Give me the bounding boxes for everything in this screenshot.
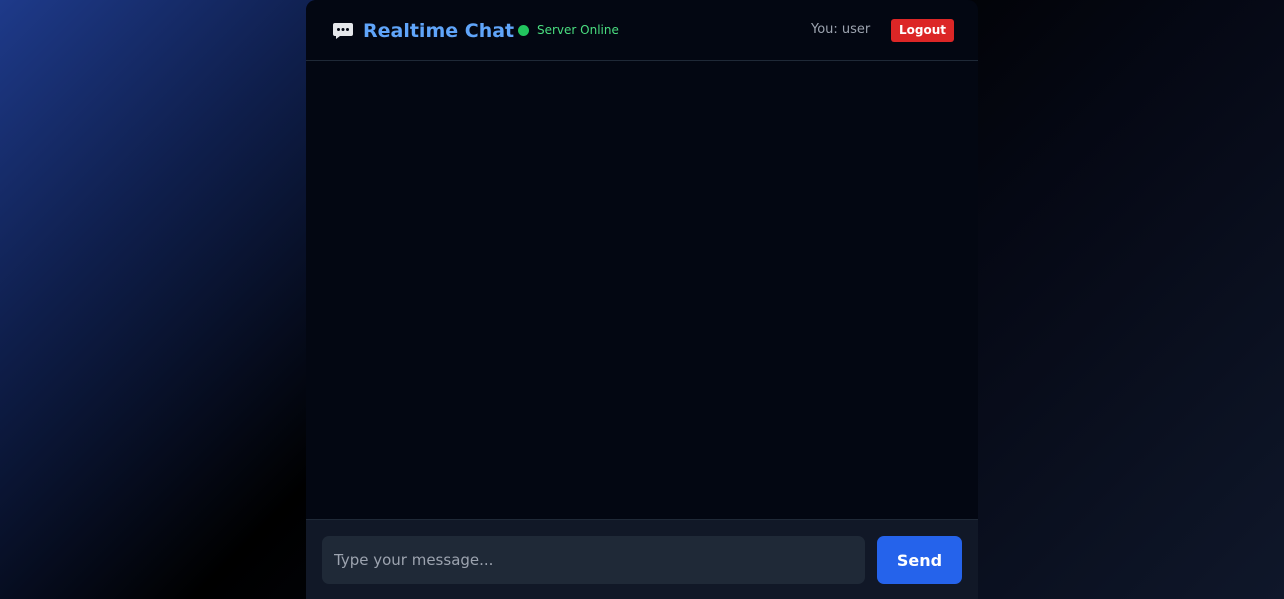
message-composer: Send [306,519,978,599]
send-button[interactable]: Send [877,536,962,584]
app-title: Realtime Chat [363,20,515,42]
status-indicator-icon [518,25,529,36]
message-input[interactable] [322,536,865,584]
logout-button[interactable]: Logout [891,19,954,42]
current-user-label: You: user [811,22,871,37]
chat-header: Realtime Chat Server Online You: user Lo… [306,0,978,61]
server-status: Server Online [537,23,619,37]
message-list[interactable] [306,61,978,519]
chat-bubble-icon [333,23,353,39]
chat-window: Realtime Chat Server Online You: user Lo… [306,0,978,599]
